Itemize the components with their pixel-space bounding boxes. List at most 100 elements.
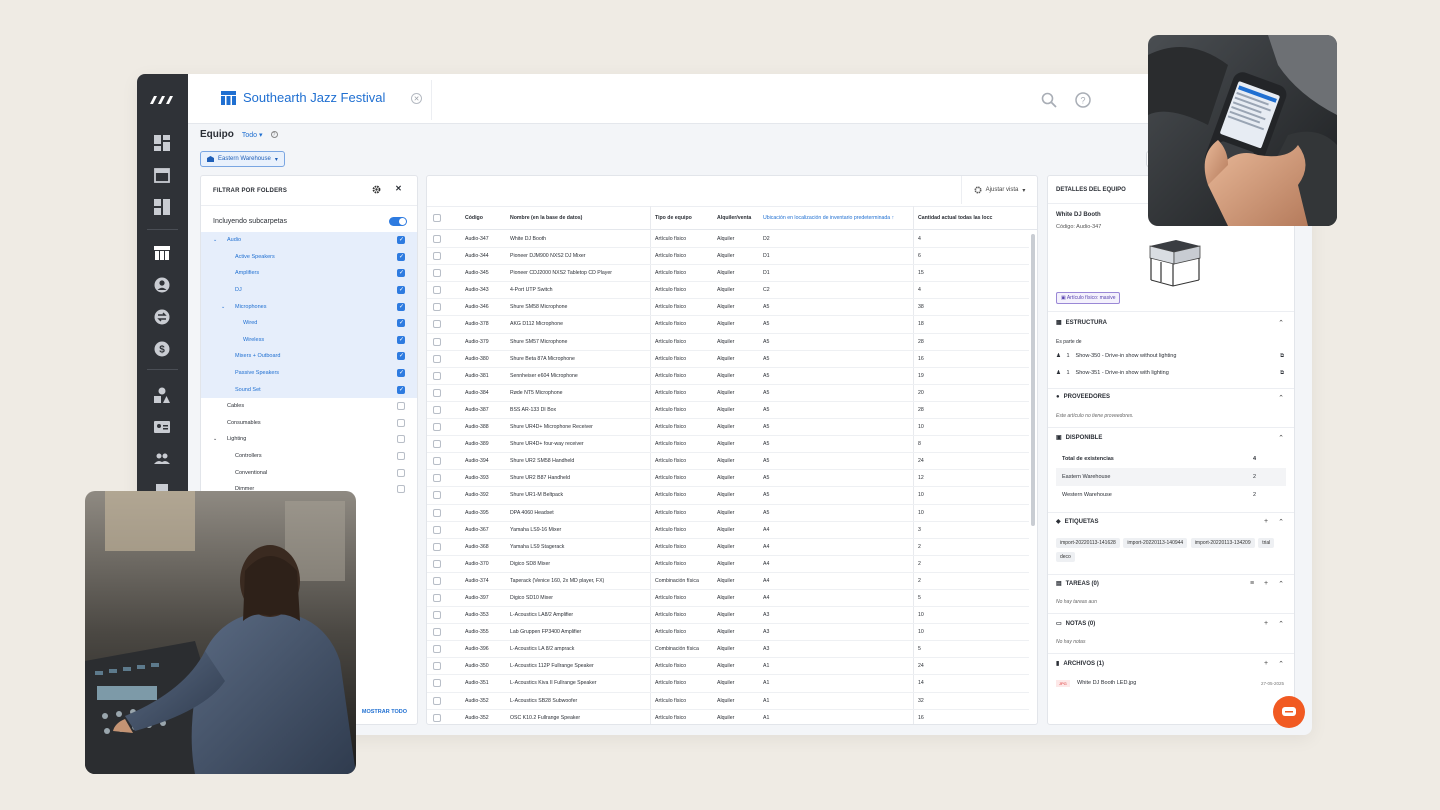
tag-chip[interactable]: import-20220113-140944	[1123, 538, 1188, 548]
structure-header[interactable]: ▦ ESTRUCTURA	[1056, 319, 1107, 327]
dashboard-icon[interactable]	[152, 133, 172, 153]
table-row[interactable]: Audio-353 L-Acoustics LA8/2 Amplifier Artí…	[427, 607, 1029, 625]
table-row[interactable]: Audio-352 L-Acoustics SB28 Subwoofer Artíc…	[427, 693, 1029, 710]
folder-item[interactable]: Consumables	[201, 415, 417, 432]
row-checkbox[interactable]	[433, 628, 441, 637]
warehouse-selector[interactable]: Eastern Warehouse ▾	[200, 151, 285, 167]
tasks-header[interactable]: ▤ TAREAS (0)	[1056, 580, 1099, 588]
gear-icon[interactable]	[372, 185, 381, 196]
info-icon[interactable]: ?	[270, 131, 278, 138]
table-scrollbar[interactable]	[1031, 234, 1035, 526]
row-checkbox[interactable]	[433, 508, 441, 517]
tag-chip[interactable]: import-20220113-134209	[1190, 538, 1255, 548]
table-row[interactable]: Audio-388 Shure UR4D+ Microphone Receiver…	[427, 419, 1029, 437]
folder-checkbox[interactable]	[397, 319, 405, 328]
table-row[interactable]: Audio-370 Digico SD8 Mixer Artículo físico…	[427, 556, 1029, 573]
row-checkbox[interactable]	[433, 491, 441, 500]
collapse-icon[interactable]: ⌃	[1278, 394, 1284, 402]
folder-checkbox[interactable]	[397, 236, 405, 245]
chevron-down-icon[interactable]: ⌄	[213, 436, 217, 442]
row-checkbox[interactable]	[433, 474, 441, 483]
row-checkbox[interactable]	[433, 252, 441, 261]
row-checkbox[interactable]	[433, 388, 441, 397]
folder-checkbox[interactable]	[397, 252, 405, 261]
table-row[interactable]: Audio-389 Shure UR4D+ four-way receiver Ar…	[427, 436, 1029, 454]
folder-item[interactable]: Amplifiers	[201, 265, 417, 282]
contacts-icon[interactable]	[152, 275, 172, 295]
chat-button[interactable]	[1273, 696, 1305, 728]
calendar-icon[interactable]	[152, 165, 172, 185]
users-icon[interactable]	[152, 449, 172, 469]
table-row[interactable]: Audio-378 AKG D112 Microphone Artículo fís…	[427, 316, 1029, 334]
tag-chip[interactable]: import-20220113-141628	[1056, 538, 1120, 548]
search-icon[interactable]	[1041, 92, 1057, 113]
folder-item[interactable]: Passive Speakers	[201, 364, 417, 382]
row-checkbox[interactable]	[433, 405, 441, 414]
row-checkbox[interactable]	[433, 645, 441, 654]
adjust-view-button[interactable]: Ajustar vista ▾	[961, 176, 1037, 204]
table-row[interactable]: Audio-346 Shure SM58 Microphone Artículo f…	[427, 299, 1029, 317]
table-row[interactable]: Audio-367 Yamaha LS9-16 Mixer Artículo fís…	[427, 522, 1029, 539]
finance-icon[interactable]: $	[152, 339, 172, 359]
shapes-icon[interactable]	[152, 385, 172, 405]
folder-item[interactable]: Cables	[201, 398, 417, 415]
col-type[interactable]: Tipo de equipo	[655, 215, 692, 221]
table-row[interactable]: Audio-351 L-Acoustics Kiva II Fullrange S…	[427, 675, 1029, 693]
row-checkbox[interactable]	[433, 696, 441, 705]
chevron-down-icon[interactable]: ⌄	[213, 237, 217, 243]
folder-checkbox[interactable]	[397, 335, 405, 344]
row-checkbox[interactable]	[433, 525, 441, 534]
project-selector[interactable]: Southearth Jazz Festival	[221, 90, 385, 105]
table-row[interactable]: Audio-380 Shure Beta 87A Microphone Artícu…	[427, 351, 1029, 368]
col-location[interactable]: Ubicación en localización de inventario …	[763, 215, 894, 221]
collapse-icon[interactable]: ⌃	[1278, 620, 1284, 628]
folder-item[interactable]: Sound Set	[201, 381, 417, 398]
close-icon[interactable]: ✕	[395, 184, 402, 193]
folder-checkbox[interactable]	[397, 402, 405, 411]
row-checkbox[interactable]	[433, 713, 441, 722]
folder-checkbox[interactable]	[397, 418, 405, 427]
table-row[interactable]: Audio-392 Shure UR1-M Beltpack Artículo fí…	[427, 487, 1029, 505]
app-logo[interactable]	[137, 74, 188, 126]
folder-checkbox[interactable]	[397, 385, 405, 394]
inventory-icon[interactable]	[152, 243, 172, 263]
availability-header[interactable]: ▣ DISPONIBLE	[1056, 434, 1102, 442]
table-row[interactable]: Audio-350 L-Acoustics 112P Fullrange Spea…	[427, 658, 1029, 676]
scope-dropdown[interactable]: Todo ▾	[242, 131, 263, 139]
planner-icon[interactable]	[152, 197, 172, 217]
filter-icon[interactable]: ≡	[1250, 580, 1254, 588]
folder-item[interactable]: ⌄ Microphones	[201, 298, 417, 315]
collapse-icon[interactable]: ⌃	[1278, 580, 1284, 588]
row-checkbox[interactable]	[433, 457, 441, 466]
table-row[interactable]: Audio-345 Pioneer CDJ2000 NXS2 Tabletop C…	[427, 265, 1029, 283]
col-rent[interactable]: Alquiler/venta	[717, 215, 751, 221]
folder-item[interactable]: Mixers + Outboard	[201, 348, 417, 365]
row-checkbox[interactable]	[433, 423, 441, 432]
table-row[interactable]: Audio-374 Taperack (Venice 160, 2x MD pla…	[427, 573, 1029, 590]
transfer-icon[interactable]	[152, 307, 172, 327]
row-checkbox[interactable]	[433, 354, 441, 363]
folder-checkbox[interactable]	[397, 485, 405, 494]
show-all-link[interactable]: MOSTRAR TODO	[362, 709, 407, 715]
col-name[interactable]: Nombre (en la base de datos)	[510, 215, 582, 221]
add-icon[interactable]: +	[1264, 620, 1268, 628]
table-row[interactable]: Audio-347 White DJ Booth Artículo físico Al…	[427, 231, 1029, 249]
add-icon[interactable]: +	[1264, 580, 1268, 588]
crew-card-icon[interactable]	[152, 417, 172, 437]
table-row[interactable]: Audio-344 Pioneer DJM900 NXS2 DJ Mixer Art…	[427, 248, 1029, 266]
suppliers-header[interactable]: ● PROVEEDORES	[1056, 394, 1110, 400]
table-row[interactable]: Audio-394 Shure UR2 SM58 Handheld Artículo…	[427, 453, 1029, 471]
tag-chip[interactable]: deco	[1056, 552, 1075, 562]
row-checkbox[interactable]	[433, 542, 441, 551]
table-row[interactable]: Audio-387 BSS AR-133 DI Box Artículo físic…	[427, 402, 1029, 420]
collapse-icon[interactable]: ⌃	[1278, 434, 1284, 442]
collapse-icon[interactable]: ⌃	[1278, 660, 1284, 668]
table-row[interactable]: Audio-381 Sennheiser e604 Microphone Artíc…	[427, 368, 1029, 385]
select-all-checkbox[interactable]	[433, 214, 441, 222]
table-row[interactable]: Audio-395 DPA 4060 Headset Artículo físico…	[427, 505, 1029, 522]
row-checkbox[interactable]	[433, 269, 441, 278]
add-icon[interactable]: +	[1264, 518, 1268, 526]
folder-item[interactable]: ⌄ Lighting	[201, 431, 417, 448]
folder-checkbox[interactable]	[397, 352, 405, 361]
external-link-icon[interactable]: ⧉	[1280, 353, 1284, 360]
